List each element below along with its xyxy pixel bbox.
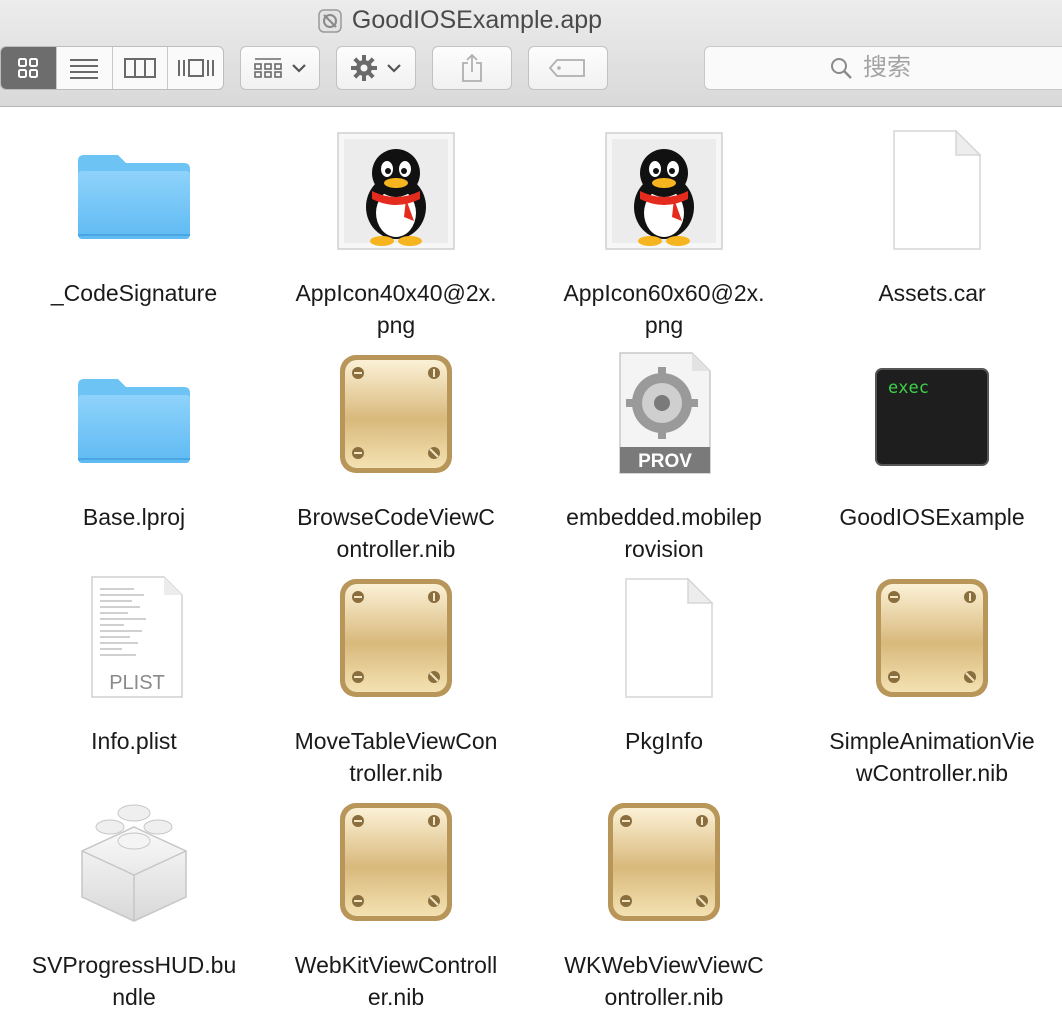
- column-view-icon: [123, 58, 156, 78]
- bundle-icon: [74, 797, 194, 927]
- file-name: AppIcon60x60@2x. png: [563, 280, 765, 338]
- file-name: SimpleAnimationVie wController.nib: [829, 728, 1035, 786]
- file-name: GoodIOSExample: [839, 504, 1025, 530]
- window-title: GoodIOSExample.app: [351, 6, 603, 34]
- tags-button[interactable]: [528, 46, 608, 90]
- share-button[interactable]: [432, 46, 512, 90]
- svg-text:PLIST: PLIST: [109, 672, 165, 694]
- nib-file-icon: [336, 797, 456, 927]
- blank-document-icon: [604, 573, 724, 703]
- folder-icon: [74, 125, 194, 255]
- search-icon: [831, 58, 852, 79]
- executable-icon: exec: [872, 349, 992, 479]
- file-name: MoveTableViewCon troller.nib: [294, 728, 498, 786]
- file-name: PkgInfo: [625, 728, 703, 754]
- penguin-image-icon: [604, 125, 724, 255]
- provisioning-profile-icon: PROV: [604, 349, 724, 479]
- file-name: embedded.mobilep rovision: [566, 504, 762, 562]
- nib-file-icon: [604, 797, 724, 927]
- cover-flow-view-icon: [177, 59, 214, 77]
- window-title-bar: GoodIOSExample.app: [0, 6, 1062, 40]
- icon-view-icon: [18, 58, 39, 78]
- svg-text:PROV: PROV: [638, 451, 692, 472]
- share-icon: [462, 53, 482, 82]
- tag-icon: [549, 59, 585, 77]
- cover-flow-view-button[interactable]: [168, 47, 223, 89]
- penguin-image-icon: [336, 125, 456, 255]
- column-view-button[interactable]: [113, 47, 169, 89]
- chevron-down-icon: [387, 64, 401, 73]
- plist-document-icon: PLIST: [74, 573, 194, 703]
- svg-text:exec: exec: [888, 378, 929, 398]
- file-name: Base.lproj: [82, 504, 186, 530]
- list-view-icon: [70, 59, 99, 79]
- file-name: WKWebViewViewC ontroller.nib: [564, 952, 764, 1010]
- chevron-down-icon: [292, 64, 306, 73]
- nib-file-icon: [336, 349, 456, 479]
- toolbar: GoodIOSExample.app: [0, 0, 1062, 107]
- file-name: WebKitViewControll er.nib: [294, 952, 498, 1010]
- arrange-grid-icon: [254, 58, 282, 78]
- nib-file-icon: [872, 573, 992, 703]
- blank-document-icon: [872, 125, 992, 255]
- file-name: SVProgressHUD.bu ndle: [31, 952, 237, 1010]
- search-input[interactable]: [861, 53, 1045, 83]
- icon-view-button[interactable]: [1, 47, 57, 89]
- file-name: _CodeSignature: [50, 280, 218, 306]
- search-field[interactable]: [704, 46, 1062, 90]
- arrange-button[interactable]: [240, 46, 320, 90]
- view-mode-control: [0, 46, 224, 90]
- action-button[interactable]: [336, 46, 416, 90]
- folder-icon: [74, 349, 194, 479]
- file-name: AppIcon40x40@2x. png: [295, 280, 497, 338]
- file-name: BrowseCodeViewC ontroller.nib: [297, 504, 495, 562]
- gear-icon: [351, 55, 377, 81]
- file-name: Assets.car: [878, 280, 986, 306]
- file-name: Info.plist: [91, 728, 177, 754]
- app-icon: [318, 8, 342, 33]
- nib-file-icon: [336, 573, 456, 703]
- list-view-button[interactable]: [57, 47, 113, 89]
